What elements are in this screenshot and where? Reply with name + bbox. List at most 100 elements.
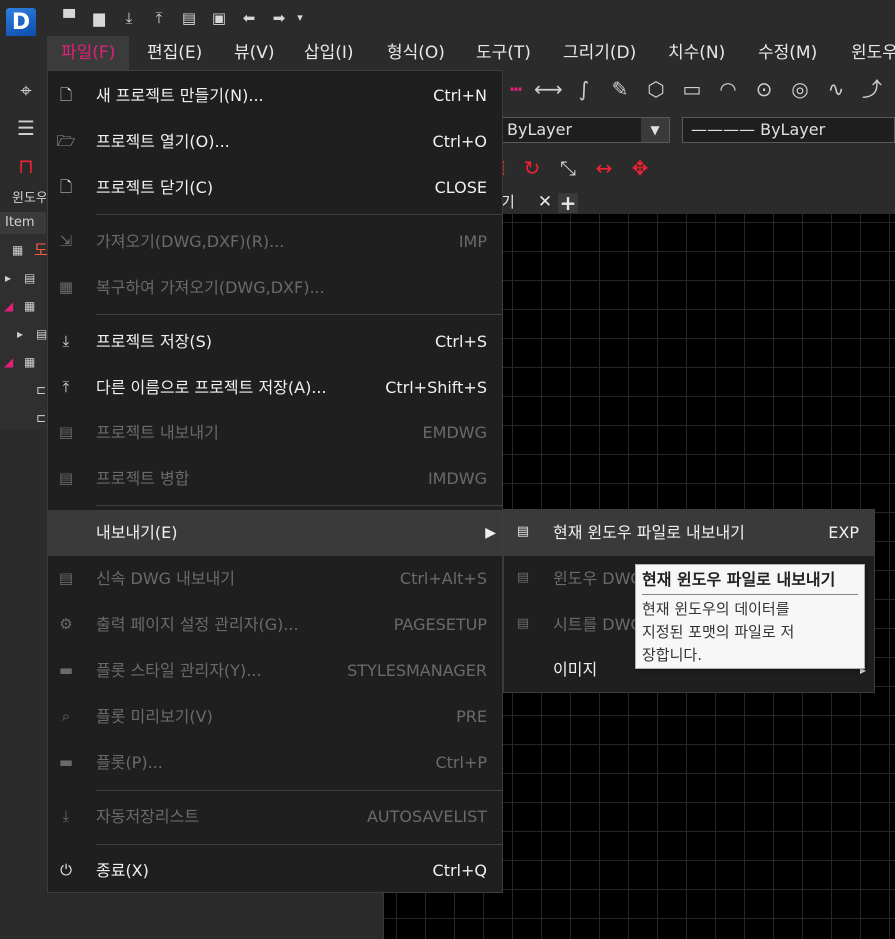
menu-item-export[interactable]: 내보내기(E) ▶ [48,510,502,556]
arc-icon[interactable]: ◠ [714,75,742,103]
expand-arrow-icon[interactable]: ▸ [5,264,11,292]
save-as-icon[interactable]: ⤒ [148,8,170,28]
save-icon[interactable]: ⤓ [118,8,140,28]
menu-item-recover-import: ▦ 복구하여 가져오기(DWG,DXF)... [48,266,502,310]
menu-item-shortcut: IMP [458,232,487,251]
scale-icon[interactable]: ⤡ [554,154,582,182]
submenu-item-shortcut: EXP [828,523,859,542]
menu-item-label: 가져오기(DWG,DXF)(R)... [96,232,285,251]
pen-icon[interactable]: ✎ [606,75,634,103]
open-folder-icon[interactable]: ▆ [88,8,110,28]
menu-separator [96,214,502,215]
layer-tool-icon[interactable]: ⌖ [12,76,40,104]
tree-item[interactable]: ◢ ▦ [0,292,46,320]
menu-item-label: 플롯 스타일 관리자(Y)... [96,661,262,680]
menu-item-shortcut: IMDWG [427,469,487,488]
linetype-combo[interactable]: ———— ByLayer [682,117,895,143]
menu-item-close-project[interactable]: 🗋 프로젝트 닫기(C) CLOSE [48,166,502,210]
menu-item-label: 다른 이름으로 프로젝트 저장(A)... [96,378,327,397]
tooltip-line: 현재 윈도우의 데이터를 [642,600,790,618]
file-menu: 🗋 새 프로젝트 만들기(N)... Ctrl+N 🗁 프로젝트 열기(O)..… [47,70,503,893]
tree-item-label: 도 [34,241,48,259]
menu-window[interactable]: 윈도우 [837,36,895,70]
redo-icon[interactable]: ➡ [268,8,290,28]
menu-item-autosave-list: ⤓ 자동저장리스트 AUTOSAVELIST [48,795,502,839]
menu-item-label: 새 프로젝트 만들기(N)... [96,86,264,105]
edit-curve-icon[interactable]: ⤴ [858,75,886,103]
dashed-line-icon[interactable]: ┅ [502,75,530,103]
sheet-icon: ▦ [24,355,36,369]
chevron-down-icon[interactable]: ▼ [641,118,669,142]
line-icon[interactable]: ⟷ [534,75,563,103]
menu-item-shortcut: Ctrl+Q [432,861,487,880]
menu-item-exit[interactable]: ⏻ 종료(X) Ctrl+Q [48,849,502,893]
close-project-icon: 🗋 [59,178,73,196]
submenu-item-export-current-window[interactable]: ▤ 현재 윈도우 파일로 내보내기 EXP [504,510,874,556]
print-icon[interactable]: ▤ [178,8,200,28]
plot-icon: ▬ [58,753,74,771]
polygon-icon[interactable]: ⬡ [642,75,670,103]
expand-arrow-icon[interactable]: ▸ [17,320,23,348]
menu-edit[interactable]: 편집(E) [133,36,216,70]
new-file-icon[interactable]: ▀ [58,8,80,28]
circle-icon[interactable]: ⊙ [750,75,778,103]
menu-modify[interactable]: 수정(M) [744,36,831,70]
menu-item-plot: ▬ 플롯(P)... Ctrl+P [48,741,502,785]
menu-format[interactable]: 형식(O) [373,36,459,70]
spline-icon[interactable]: ∫ [570,75,598,103]
close-icon[interactable]: ✕ [535,190,555,214]
menu-item-save-project[interactable]: ⤓ 프로젝트 저장(S) Ctrl+S [48,320,502,364]
doc-tab-label[interactable]: 기 [501,190,515,214]
customize-icon[interactable]: ▾ [293,8,307,28]
menu-separator [96,314,502,315]
menu-tools[interactable]: 도구(T) [462,36,545,70]
list-icon: ▤ [36,327,48,341]
menu-item-label: 프로젝트 닫기(C) [96,178,214,197]
tree-item[interactable]: ⊏ [0,404,46,432]
curve-icon[interactable]: ∿ [822,75,850,103]
color-combo[interactable]: ByLayer ▼ [498,117,670,143]
window-dwg-icon: ▤ [516,570,530,585]
tooltip-body: 현재 윈도우의 데이터를 지정된 포맷의 파일로 저 장합니다. [642,598,858,667]
menu-item-open-project[interactable]: 🗁 프로젝트 열기(O)... Ctrl+O [48,120,502,164]
tree-item[interactable]: ▦ 도 [0,236,48,264]
window-tree: ▦ 도 ▸ ▤ ◢ ▦ ▸ ▤ ◢ ▦ ⊏ ⊏ [0,234,48,432]
menu-item-export-project: ▤ 프로젝트 내보내기 EMDWG [48,411,502,455]
tree-item[interactable]: ▸ ▤ [0,264,46,292]
menu-item-shortcut: Ctrl+P [435,753,487,772]
menu-item-label: 내보내기(E) [96,523,178,542]
donut-icon[interactable]: ◎ [786,75,814,103]
layers-stack-icon[interactable]: ☰ [12,114,40,142]
tree-item[interactable]: ▸ ▤ [0,320,48,348]
submenu-arrow-icon: ▶ [485,525,496,541]
menu-item-shortcut: Ctrl+Shift+S [385,378,487,397]
explode-icon[interactable]: ✥ [626,154,654,182]
linetype-combo-value: ———— ByLayer [691,120,826,139]
menu-draw[interactable]: 그리기(D) [549,36,650,70]
tree-item[interactable]: ◢ ▦ [0,348,46,376]
app-logo[interactable]: D [6,8,36,38]
menu-file[interactable]: 파일(F) [47,36,130,70]
undo-icon[interactable]: ⬅ [238,8,260,28]
menu-item-merge-project: ▤ 프로젝트 병합 IMDWG [48,457,502,501]
menu-item-label: 플롯(P)... [96,753,163,772]
menu-dimension[interactable]: 치수(N) [654,36,739,70]
collapse-arrow-icon[interactable]: ◢ [4,292,13,320]
rectangle-icon[interactable]: ▭ [678,75,706,103]
add-tab-button[interactable]: + [558,193,578,213]
menu-item-label: 복구하여 가져오기(DWG,DXF)... [96,278,325,297]
tooltip: 현재 윈도우 파일로 내보내기 현재 윈도우의 데이터를 지정된 포맷의 파일로… [635,564,865,669]
collapse-arrow-icon[interactable]: ◢ [4,348,13,376]
menu-insert[interactable]: 삽입(I) [290,36,368,70]
tooltip-title: 현재 윈도우 파일로 내보내기 [642,569,858,595]
menu-view[interactable]: 뷰(V) [220,36,289,70]
stretch-icon[interactable]: ↔ [590,154,618,182]
dwg-export-icon: ▤ [516,524,530,539]
rotate-icon[interactable]: ↻ [518,154,546,182]
menu-item-new-project[interactable]: 🗋 새 프로젝트 만들기(N)... Ctrl+N [48,74,502,118]
tree-item[interactable]: ⊏ [0,376,46,404]
menu-item-save-as-project[interactable]: ⤒ 다른 이름으로 프로젝트 저장(A)... Ctrl+Shift+S [48,366,502,410]
block-tool-icon[interactable]: ⊓ [12,152,40,180]
document-icon: ⊏ [36,411,47,425]
close-file-icon[interactable]: ▣ [208,8,230,28]
